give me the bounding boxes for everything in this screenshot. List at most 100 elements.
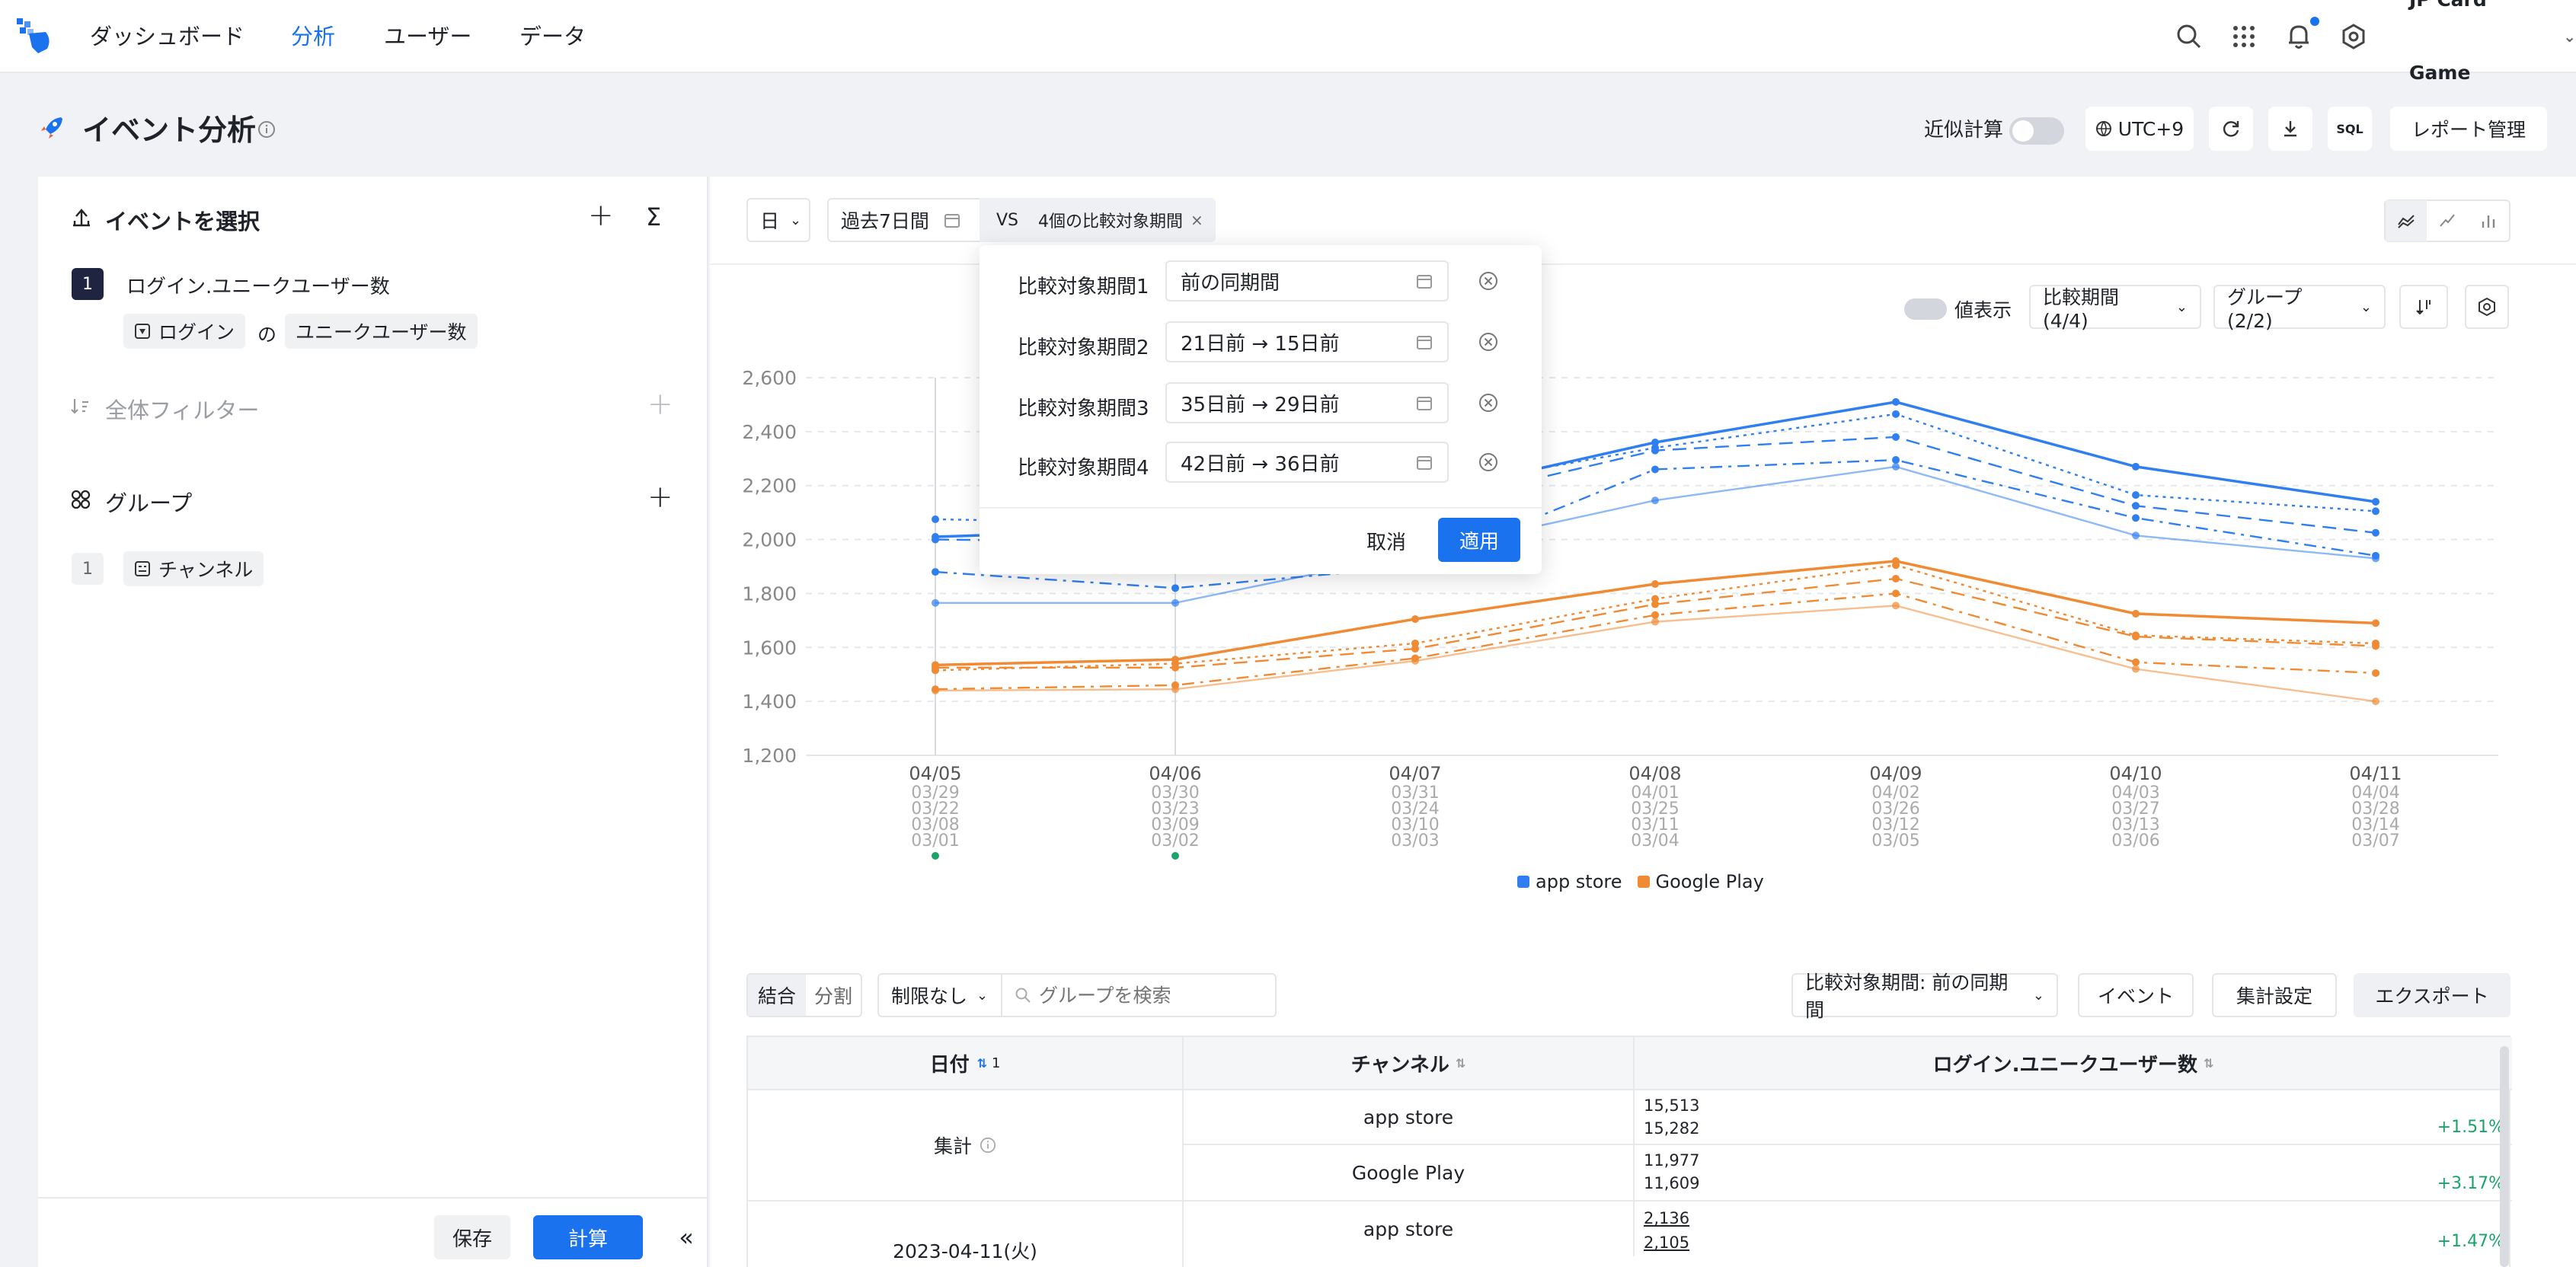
apply-button[interactable]: 適用 — [1438, 518, 1520, 562]
chart-settings-button[interactable] — [2465, 285, 2509, 329]
nav-data[interactable]: データ — [519, 0, 586, 73]
area-chart-view-icon[interactable] — [2427, 200, 2468, 241]
add-group-icon[interactable]: + — [647, 480, 673, 515]
compare-period-2-value: 21日前 → 15日前 — [1181, 332, 1340, 356]
filter-sort-icon — [71, 399, 88, 414]
change-percent: +1.47% — [2437, 1232, 2504, 1251]
app-logo-icon[interactable] — [15, 17, 55, 56]
data-point — [2132, 514, 2140, 522]
nav-analysis[interactable]: 分析 — [291, 0, 335, 73]
compare-period-selector[interactable]: VS 4個の比較対象期間 × — [980, 198, 1216, 242]
remove-period-4-icon[interactable] — [1478, 452, 1499, 473]
save-button[interactable]: 保存 — [434, 1215, 510, 1259]
data-point — [1892, 574, 1900, 582]
limit-select[interactable]: 制限なし ⌄ — [877, 973, 1002, 1017]
x-compare-tick-label: 03/06 — [2111, 831, 2159, 851]
settings-gear-icon — [2479, 297, 2495, 317]
remove-period-3-icon[interactable] — [1478, 392, 1499, 413]
compute-button[interactable]: 計算 — [533, 1215, 643, 1259]
download-button[interactable] — [2268, 107, 2312, 151]
group-search-box[interactable] — [1001, 973, 1277, 1017]
compare-period-1-value: 前の同期間 — [1181, 271, 1280, 295]
tab-merge[interactable]: 結合 — [748, 975, 806, 1016]
nav-dashboard[interactable]: ダッシュボード — [90, 0, 244, 73]
granularity-select[interactable]: 日 ⌄ — [746, 198, 810, 242]
metric-chip[interactable]: ユニークユーザー数 — [285, 314, 478, 349]
group-dropdown[interactable]: グループ (2/2) ⌄ — [2213, 285, 2386, 332]
export-button[interactable]: エクスポート — [2354, 973, 2510, 1017]
tab-split[interactable]: 分割 — [806, 975, 861, 1016]
cancel-button[interactable]: 取消 — [1366, 527, 1406, 555]
data-point — [1892, 456, 1900, 464]
sql-button[interactable]: SQL — [2328, 107, 2372, 151]
metric-value-compare-link[interactable]: 2,105 — [1644, 1233, 1689, 1252]
compare-period-1-input[interactable]: 前の同期間 — [1165, 260, 1449, 302]
data-point — [2132, 502, 2140, 510]
search-icon — [1015, 988, 1031, 1003]
column-header-date[interactable]: 日付 ⇅ 1 — [748, 1037, 1184, 1090]
data-point — [1171, 598, 1179, 607]
show-values-toggle[interactable] — [1904, 298, 1947, 320]
table-scrollbar[interactable] — [2500, 1046, 2509, 1267]
event-button[interactable]: イベント — [2078, 973, 2194, 1017]
x-compare-tick-label: 03/05 — [1871, 831, 1919, 851]
table-cell-channel: app store — [1184, 1090, 1635, 1145]
remove-compare-icon[interactable]: × — [1191, 211, 1203, 229]
group-search-input[interactable] — [1039, 984, 1260, 1007]
compare-period-4-label: 比較対象期間4 — [1018, 457, 1149, 480]
info-icon[interactable] — [257, 120, 276, 139]
project-switcher[interactable]: JP Card Game ⌄ — [2409, 0, 2576, 84]
date-range-picker[interactable]: 過去7日間 — [827, 198, 980, 242]
change-percent: +1.51% — [2437, 1118, 2504, 1137]
report-manage-button[interactable]: レポート管理 — [2390, 107, 2547, 151]
select-event-heading: イベントを選択 — [105, 209, 260, 235]
group-dropdown-label: グループ (2/2) — [2227, 286, 2303, 332]
data-point — [1892, 397, 1900, 406]
notification-dot — [2310, 17, 2319, 26]
search-icon[interactable] — [2174, 21, 2204, 52]
remove-period-2-icon[interactable] — [1478, 331, 1499, 353]
compare-period-dropdown[interactable]: 比較期間 (4/4) ⌄ — [2029, 285, 2201, 332]
refresh-button[interactable] — [2209, 107, 2253, 151]
vs-label: VS — [996, 210, 1019, 230]
group-chip[interactable]: チャンネル — [123, 551, 264, 586]
line-chart-view-icon[interactable] — [2386, 200, 2427, 241]
summary-label: 集計 — [933, 1135, 972, 1157]
settings-gear-icon[interactable] — [2338, 21, 2369, 52]
y-tick-label: 1,800 — [742, 582, 797, 605]
sigma-formula-icon[interactable]: Σ — [646, 203, 661, 231]
add-event-icon[interactable]: + — [588, 198, 614, 233]
collapse-panel-icon[interactable]: « — [667, 1215, 705, 1259]
column-header-metric[interactable]: ログイン.ユニークユーザー数 ⇅ — [1635, 1037, 2512, 1090]
event-type-icon — [135, 324, 150, 339]
bar-chart-view-icon[interactable] — [2468, 200, 2509, 241]
data-point — [1171, 685, 1179, 694]
compare-period-table-select[interactable]: 比較対象期間: 前の同期間 ⌄ — [1791, 972, 2058, 1021]
nav-users[interactable]: ユーザー — [384, 0, 471, 73]
legend-label-google-play[interactable]: Google Play — [1656, 871, 1764, 892]
sort-order-badge: 1 — [991, 1055, 1001, 1071]
event-anchor-icon — [73, 209, 90, 227]
timezone-button[interactable]: UTC+9 — [2085, 107, 2194, 151]
group-index-badge: 1 — [72, 553, 104, 585]
data-point — [1651, 618, 1659, 626]
bell-icon[interactable] — [2284, 21, 2314, 52]
compare-period-2-input[interactable]: 21日前 → 15日前 — [1165, 321, 1449, 362]
event-chip[interactable]: ログイン — [123, 314, 246, 349]
apps-grid-icon[interactable] — [2229, 21, 2259, 52]
compare-period-3-input[interactable]: 35日前 → 29日前 — [1165, 382, 1449, 423]
legend-label-app-store[interactable]: app store — [1536, 871, 1622, 892]
approx-calc-toggle[interactable] — [2009, 117, 2064, 145]
info-icon[interactable] — [980, 1137, 996, 1154]
column-header-channel[interactable]: チャンネル ⇅ — [1184, 1037, 1635, 1090]
event-name[interactable]: ログイン.ユニークユーザー数 — [126, 271, 390, 299]
data-point — [1892, 589, 1900, 598]
compare-period-4-input[interactable]: 42日前 → 36日前 — [1165, 442, 1449, 483]
aggregation-settings-button[interactable]: 集計設定 — [2212, 973, 2337, 1017]
remove-period-1-icon[interactable] — [1478, 270, 1499, 292]
metric-value-current-link[interactable]: 2,136 — [1644, 1209, 1689, 1227]
x-tick-label: 04/07 — [1389, 763, 1441, 784]
compare-chip-label: 4個の比較対象期間 — [1038, 212, 1184, 231]
sort-button[interactable] — [2399, 285, 2448, 329]
add-filter-icon[interactable]: + — [647, 387, 673, 422]
